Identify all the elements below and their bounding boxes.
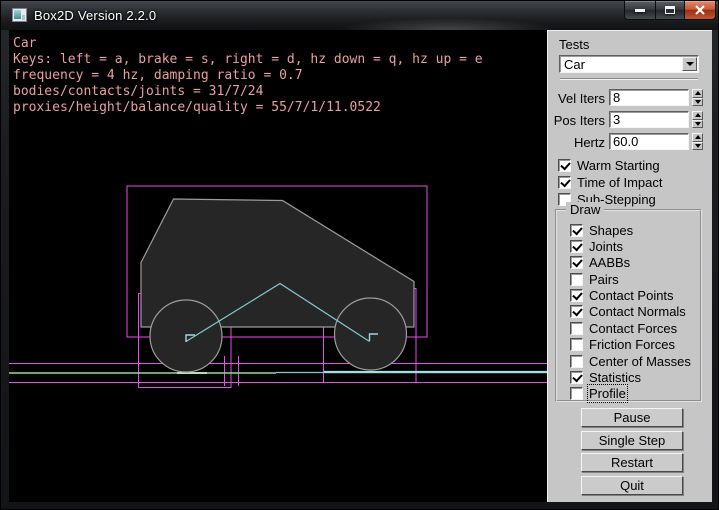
checkbox-friction-forces[interactable]: Friction Forces [570, 338, 691, 352]
hertz-up-button[interactable] [692, 133, 703, 142]
arrow-down-icon [695, 100, 701, 104]
vel-iters-label: Vel Iters [548, 91, 605, 106]
app-icon-inner [14, 10, 21, 19]
checkbox-statistics[interactable]: Statistics [570, 371, 691, 385]
title-bar[interactable]: Box2D Version 2.2.0 [1, 1, 718, 30]
checkbox-time-of-impact[interactable]: Time of Impact [558, 175, 662, 189]
checkbox-box[interactable] [570, 338, 583, 351]
pos-iters-row: Pos Iters [548, 111, 713, 128]
quit-button[interactable]: Quit [581, 476, 683, 495]
checkbox-aabbs[interactable]: AABBs [570, 256, 691, 270]
restart-button[interactable]: Restart [581, 453, 683, 472]
tests-dropdown-value: Car [560, 57, 682, 72]
simulation-canvas[interactable]: CarKeys: left = a, brake = s, right = d,… [9, 30, 547, 502]
window-title: Box2D Version 2.2.0 [34, 8, 156, 23]
hertz-input[interactable] [609, 133, 689, 150]
checkbox-label: Contact Normals [589, 304, 686, 319]
minimize-icon [635, 9, 645, 12]
pos-iters-up-button[interactable] [692, 111, 703, 120]
hertz-row: Hertz [548, 133, 713, 150]
app-icon [12, 8, 27, 22]
checkbox-shapes[interactable]: Shapes [570, 223, 691, 237]
checkbox-label: Pairs [589, 272, 619, 287]
checkbox-center-of-masses[interactable]: Center of Masses [570, 354, 691, 368]
maximize-icon [665, 6, 675, 14]
control-panel: Tests Car Vel Iters Pos Iters [547, 30, 712, 502]
checkbox-label: Contact Points [589, 288, 674, 303]
app-icon-dot [22, 15, 25, 20]
action-button-group: Pause Single Step Restart Quit [581, 408, 683, 495]
checkbox-label: Warm Starting [577, 158, 660, 173]
pos-iters-down-button[interactable] [692, 120, 703, 129]
checkbox-box[interactable] [570, 256, 583, 269]
maximize-button[interactable] [656, 1, 685, 20]
checkbox-joints[interactable]: Joints [570, 239, 691, 253]
draw-groupbox-label: Draw [566, 202, 604, 217]
single-step-button[interactable]: Single Step [581, 431, 683, 450]
tests-label: Tests [559, 37, 589, 52]
checkbox-box[interactable] [570, 289, 583, 302]
separator [560, 78, 698, 80]
checkbox-label: Statistics [589, 370, 641, 385]
info-line-proxies: proxies/height/balance/quality = 55/7/1/… [13, 100, 483, 116]
checkbox-contact-forces[interactable]: Contact Forces [570, 321, 691, 335]
checkbox-label: Joints [589, 239, 623, 254]
chevron-down-icon [686, 62, 694, 66]
info-line-counts: bodies/contacts/joints = 31/7/24 [13, 84, 483, 100]
arrow-up-icon [695, 135, 701, 139]
debug-info-text: CarKeys: left = a, brake = s, right = d,… [13, 36, 483, 116]
pos-iters-label: Pos Iters [548, 113, 605, 128]
checkbox-label: Center of Masses [589, 354, 691, 369]
checkbox-pairs[interactable]: Pairs [570, 272, 691, 286]
close-button[interactable] [685, 1, 716, 20]
client-area: CarKeys: left = a, brake = s, right = d,… [9, 30, 712, 502]
checkbox-label: Shapes [589, 223, 633, 238]
tests-dropdown[interactable]: Car [559, 55, 699, 73]
dropdown-arrow-button[interactable] [682, 57, 697, 71]
checkbox-label: Time of Impact [577, 175, 662, 190]
app-window: Box2D Version 2.2.0 [0, 0, 719, 510]
caption-button-group [624, 1, 716, 20]
arrow-up-icon [695, 91, 701, 95]
checkbox-warm-starting[interactable]: Warm Starting [558, 158, 660, 172]
info-line-frequency: frequency = 4 hz, damping ratio = 0.7 [13, 68, 483, 84]
checkbox-label: AABBs [589, 255, 630, 270]
vel-iters-stepper [692, 89, 703, 106]
arrow-down-icon [695, 144, 701, 148]
checkbox-label: Contact Forces [589, 321, 677, 336]
arrow-down-icon [695, 122, 701, 126]
info-line-title: Car [13, 36, 483, 52]
checkbox-box[interactable] [570, 305, 583, 318]
checkbox-box[interactable] [570, 355, 583, 368]
vel-iters-up-button[interactable] [692, 89, 703, 98]
checkbox-box[interactable] [558, 159, 571, 172]
checkbox-contact-normals[interactable]: Contact Normals [570, 305, 691, 319]
checkbox-box[interactable] [558, 176, 571, 189]
minimize-button[interactable] [624, 1, 656, 20]
hertz-stepper [692, 133, 703, 150]
hertz-down-button[interactable] [692, 142, 703, 151]
draw-groupbox: Draw Shapes Joints AABBs [555, 209, 702, 402]
checkbox-box[interactable] [570, 224, 583, 237]
vel-iters-input[interactable] [609, 89, 689, 106]
checkbox-profile[interactable]: Profile [570, 387, 691, 401]
checkbox-label: Profile [589, 386, 626, 401]
checkbox-box[interactable] [570, 387, 583, 400]
checkbox-box[interactable] [570, 322, 583, 335]
checkbox-box[interactable] [570, 240, 583, 253]
pos-iters-input[interactable] [609, 111, 689, 128]
hertz-label: Hertz [548, 135, 605, 150]
vel-iters-down-button[interactable] [692, 98, 703, 107]
pause-button[interactable]: Pause [581, 408, 683, 427]
info-line-keys: Keys: left = a, brake = s, right = d, hz… [13, 52, 483, 68]
checkbox-box[interactable] [570, 371, 583, 384]
close-icon [694, 5, 706, 15]
checkbox-contact-points[interactable]: Contact Points [570, 289, 691, 303]
checkbox-label: Friction Forces [589, 337, 675, 352]
checkbox-box[interactable] [570, 273, 583, 286]
vel-iters-row: Vel Iters [548, 89, 713, 106]
draw-options-list: Shapes Joints AABBs Pairs [570, 223, 691, 401]
arrow-up-icon [695, 113, 701, 117]
pos-iters-stepper [692, 111, 703, 128]
